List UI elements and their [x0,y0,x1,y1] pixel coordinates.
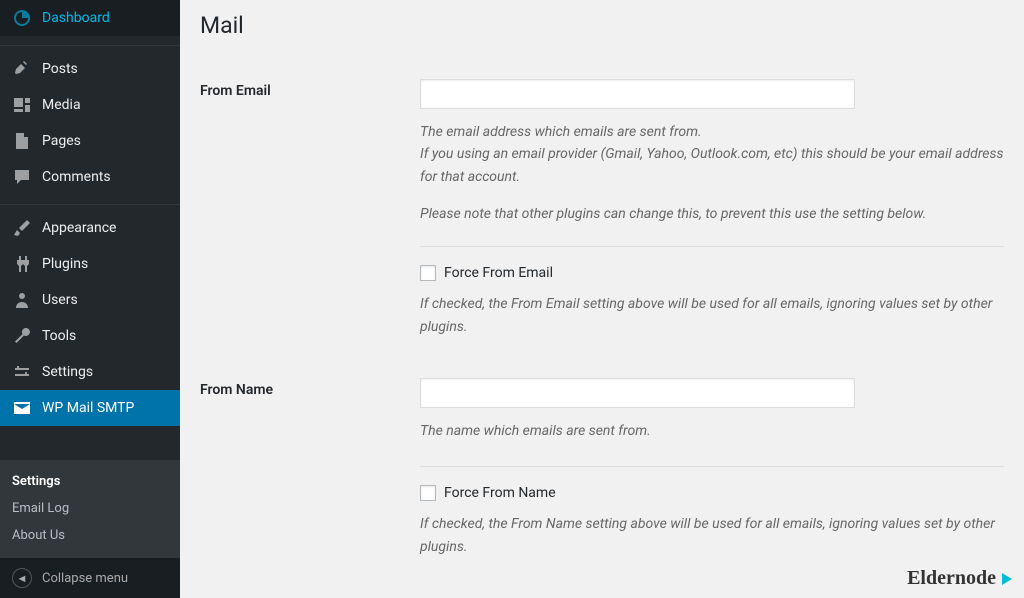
sidebar-item-label: Media [42,97,81,113]
from-email-note: Please note that other plugins can chang… [420,206,1004,222]
media-icon [12,95,32,115]
force-from-email-label: Force From Email [444,265,553,281]
menu-separator [0,200,180,205]
sidebar-item-label: Posts [42,61,78,77]
dashboard-icon [12,8,32,28]
sidebar-item-appearance[interactable]: Appearance [0,210,180,246]
brush-icon [12,218,32,238]
force-from-name-desc: If checked, the From Name setting above … [420,513,1004,558]
collapse-menu-button[interactable]: ◄ Collapse menu [0,557,180,598]
force-from-name-label: Force From Name [444,485,556,501]
submenu-item-email-log[interactable]: Email Log [0,495,180,522]
divider [420,466,1004,467]
from-email-input[interactable] [420,79,855,109]
force-from-email-row: Force From Email [420,265,1004,281]
watermark: Eldernode [907,567,1012,590]
sidebar-item-wp-mail-smtp[interactable]: WP Mail SMTP [0,390,180,426]
sidebar-item-media[interactable]: Media [0,87,180,123]
collapse-icon: ◄ [12,568,32,588]
sidebar-item-label: Appearance [42,220,116,236]
from-name-input[interactable] [420,378,855,408]
sidebar-item-label: Tools [42,328,76,344]
menu-separator [0,41,180,46]
triangle-icon [1002,573,1012,585]
sidebar-item-dashboard[interactable]: Dashboard [0,0,180,36]
sidebar-item-settings[interactable]: Settings [0,354,180,390]
from-name-section: From Name The name which emails are sent… [200,358,1004,578]
main-menu: Dashboard Posts Media Pages Comments [0,0,180,460]
settings-icon [12,362,32,382]
sidebar-item-label: WP Mail SMTP [42,400,134,416]
sidebar-item-users[interactable]: Users [0,282,180,318]
sidebar-item-plugins[interactable]: Plugins [0,246,180,282]
sidebar-item-label: Comments [42,169,111,185]
force-from-name-checkbox[interactable] [420,485,436,501]
mail-icon [12,398,32,418]
sidebar-item-label: Pages [42,133,81,149]
plugin-icon [12,254,32,274]
submenu-item-settings[interactable]: Settings [0,468,180,495]
collapse-label: Collapse menu [42,571,128,586]
comment-icon [12,167,32,187]
submenu-item-about-us[interactable]: About Us [0,522,180,549]
from-email-label: From Email [200,79,420,338]
sidebar-item-label: Plugins [42,256,88,272]
from-name-label: From Name [200,378,420,558]
admin-sidebar: Dashboard Posts Media Pages Comments [0,0,180,598]
force-from-name-row: Force From Name [420,485,1004,501]
from-name-desc: The name which emails are sent from. [420,420,1004,442]
user-icon [12,290,32,310]
force-from-email-checkbox[interactable] [420,265,436,281]
pin-icon [12,59,32,79]
sidebar-item-tools[interactable]: Tools [0,318,180,354]
sidebar-item-label: Dashboard [42,10,110,26]
sidebar-item-pages[interactable]: Pages [0,123,180,159]
divider [420,246,1004,247]
page-icon [12,131,32,151]
submenu: Settings Email Log About Us [0,460,180,557]
from-email-section: From Email The email address which email… [200,59,1004,358]
sidebar-item-posts[interactable]: Posts [0,51,180,87]
page-title: Mail [200,0,1004,59]
main-content: Mail From Email The email address which … [180,0,1024,598]
wrench-icon [12,326,32,346]
from-email-desc: The email address which emails are sent … [420,121,1004,188]
force-from-email-desc: If checked, the From Email setting above… [420,293,1004,338]
sidebar-item-comments[interactable]: Comments [0,159,180,195]
sidebar-item-label: Users [42,292,78,308]
sidebar-item-label: Settings [42,364,93,380]
